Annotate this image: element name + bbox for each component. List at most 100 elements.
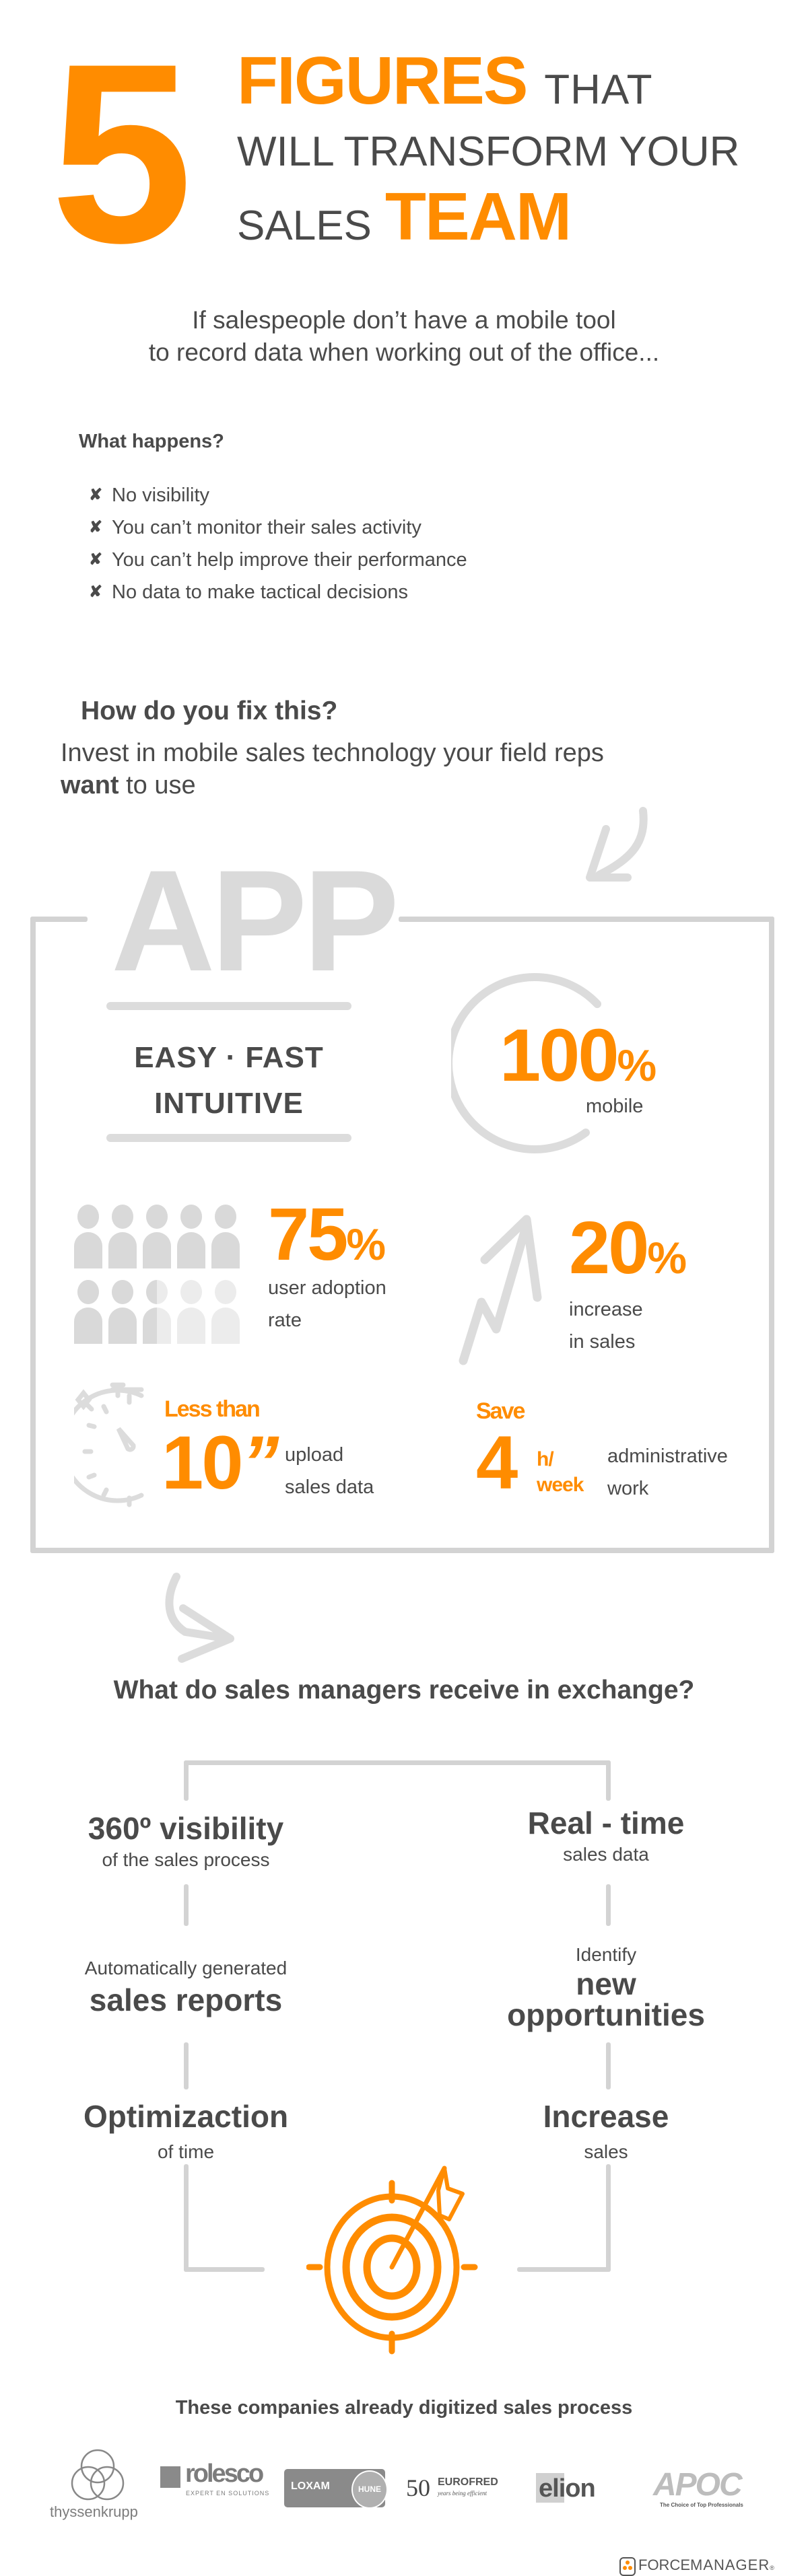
- list-item-text: You can’t help improve their performance: [112, 549, 467, 571]
- benefit-subtitle: sales data: [563, 1844, 649, 1865]
- upload-number: 10: [162, 1421, 244, 1505]
- list-item-text: You can’t monitor their sales activity: [112, 517, 422, 538]
- adoption-label-line-2: rate: [268, 1310, 302, 1331]
- upload-unit: ”: [241, 1421, 279, 1505]
- person-icon: [74, 1205, 102, 1268]
- sales-label-line-1: increase: [569, 1299, 643, 1320]
- benefit-subtitle: sales: [584, 2141, 628, 2162]
- frame-left-1: [184, 1760, 189, 1801]
- list-item: ✘ No data to make tactical decisions: [89, 576, 467, 608]
- benefit-title: Optimizaction: [83, 2099, 289, 2134]
- rolesco-logo: rolesco: [185, 2460, 264, 2488]
- save-unit: h/ week: [537, 1447, 584, 1498]
- app-title: APP: [111, 840, 399, 1001]
- rolesco-tagline: EXPERT EN SOLUTIONS: [186, 2490, 270, 2497]
- list-item-text: No data to make tactical decisions: [112, 581, 409, 603]
- save-unit-line-2: week: [537, 1474, 584, 1496]
- save-value: 4: [476, 1421, 518, 1505]
- target-icon: [306, 2166, 478, 2355]
- intro-line-1: If salespeople don’t have a mobile tool: [192, 306, 616, 334]
- benefit-title: Increase: [543, 2099, 669, 2134]
- forcemanager-logo: FORCEMANAGER®: [638, 2556, 774, 2574]
- benefit-title-line-1: new: [576, 1966, 636, 2001]
- person-icon: [143, 1205, 171, 1268]
- fix-answer-line-1: Invest in mobile sales technology your f…: [61, 739, 604, 767]
- benefit-title: sales reports: [89, 1982, 283, 2017]
- benefit-pretext: Automatically generated: [84, 1958, 288, 1978]
- adoption-label: user adoption rate: [268, 1272, 386, 1336]
- adoption-unit: %: [346, 1219, 386, 1269]
- upload-prefix: Less than: [164, 1396, 261, 1422]
- person-icon: [177, 1205, 205, 1268]
- mobile-value: 100%: [500, 1019, 656, 1093]
- app-box-top-left-border: [30, 917, 88, 922]
- sales-label-line-2: in sales: [569, 1331, 636, 1353]
- frame-right-3: [606, 2042, 611, 2089]
- person-icon: [74, 1280, 102, 1344]
- apoc-logo: APOC: [653, 2467, 743, 2503]
- headline-line-1: FIGURES THAT: [237, 47, 653, 114]
- brand-registered: ®: [770, 2565, 774, 2571]
- thyssenkrupp-logo-icon: [71, 2449, 125, 2501]
- fix-question: How do you fix this?: [81, 696, 338, 725]
- eurofred-tagline: years being efficient: [438, 2490, 487, 2497]
- benefit-title-line-2: opportunities: [507, 1997, 705, 2032]
- fix-answer-rest: to use: [126, 771, 196, 799]
- benefit-opportunities: Identify new opportunities: [465, 1941, 747, 2030]
- curved-arrow-down-icon: [586, 807, 648, 882]
- headline-that: THAT: [544, 67, 653, 113]
- rolesco-mark-icon: [160, 2466, 180, 2488]
- frame-right-4: [606, 2164, 611, 2272]
- x-mark-icon: ✘: [89, 486, 103, 504]
- app-box-right-border: [769, 917, 774, 1553]
- frame-right-2: [606, 1884, 611, 1926]
- sales-label: increase in sales: [569, 1293, 643, 1358]
- divider-bottom: [106, 1134, 351, 1142]
- eurofred-number: 50: [406, 2474, 430, 2501]
- headline-line-2: WILL TRANSFORM YOUR: [237, 129, 740, 175]
- app-qualities: EASY · FAST INTUITIVE: [106, 1035, 351, 1126]
- list-item: ✘ You can’t help improve their performanc…: [89, 544, 467, 576]
- apoc-tagline: The Choice of Top Professionals: [660, 2502, 743, 2508]
- upload-label-line-1: upload: [285, 1444, 344, 1466]
- companies-title: These companies already digitized sales …: [175, 2397, 633, 2419]
- divider-top: [106, 1002, 351, 1010]
- frame-top: [184, 1760, 611, 1765]
- benefit-increase: Increase sales: [465, 2098, 747, 2166]
- qualities-line-1: EASY · FAST: [134, 1041, 324, 1074]
- sales-unit: %: [647, 1233, 687, 1283]
- upload-label: upload sales data: [285, 1439, 374, 1503]
- intro-text: If salespeople don’t have a mobile tool …: [0, 304, 808, 369]
- save-label: administrative work: [607, 1440, 728, 1505]
- sales-number: 20: [569, 1207, 649, 1289]
- mobile-label: mobile: [586, 1096, 644, 1117]
- brand-manager: MANAGER: [690, 2556, 770, 2573]
- headline-figures: FIGURES: [237, 43, 528, 118]
- person-icon: [143, 1280, 171, 1344]
- benefit-title: 360º visibility: [88, 1811, 284, 1846]
- fix-answer-bold: want: [61, 771, 119, 799]
- app-box-top-right-border: [399, 917, 774, 922]
- hune-badge: HUNE: [351, 2470, 388, 2509]
- person-icon: [211, 1205, 240, 1268]
- thyssenkrupp-logo: thyssenkrupp: [50, 2503, 138, 2520]
- person-icon: [108, 1205, 137, 1268]
- upload-value: 10”: [162, 1425, 279, 1501]
- upload-label-line-2: sales data: [285, 1476, 374, 1498]
- adoption-label-line-1: user adoption: [268, 1277, 386, 1299]
- app-box-left-border: [30, 917, 36, 1553]
- frame-right-1: [606, 1760, 611, 1801]
- frame-bottom-left: [184, 2267, 265, 2272]
- person-icon: [211, 1280, 240, 1344]
- eurofred-logo: EUROFRED: [438, 2476, 498, 2488]
- list-item-text: No visibility: [112, 485, 210, 506]
- frame-left-3: [184, 2042, 189, 2089]
- list-item: ✘ No visibility: [89, 479, 467, 511]
- headline-team: TEAM: [384, 179, 572, 254]
- headline-sales: SALES: [237, 203, 372, 249]
- loxam-logo: LOXAM: [291, 2480, 330, 2492]
- intro-line-2: to record data when working out of the o…: [148, 338, 660, 366]
- x-mark-icon: ✘: [89, 550, 103, 569]
- mobile-unit: %: [617, 1040, 657, 1090]
- person-icon: [177, 1280, 205, 1344]
